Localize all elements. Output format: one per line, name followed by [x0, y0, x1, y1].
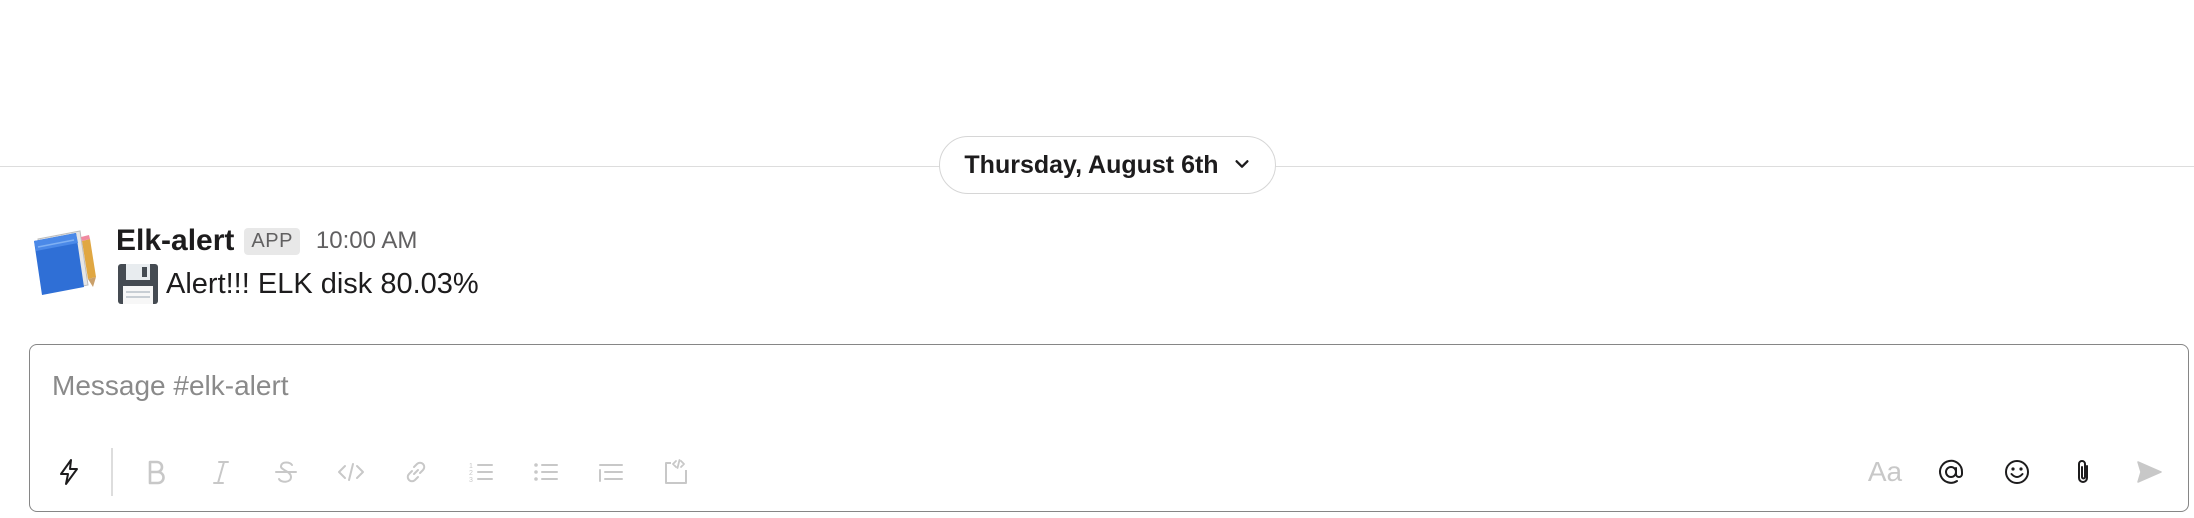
emoji-icon — [2005, 460, 2029, 484]
bulleted-list-button[interactable] — [521, 447, 571, 497]
sender-avatar[interactable] — [30, 227, 100, 297]
paperclip-icon — [2078, 460, 2088, 483]
bulleted-list-icon — [533, 463, 558, 481]
message-body: Alert!!! ELK disk 80.03% — [116, 262, 479, 306]
date-label: Thursday, August 6th — [964, 150, 1219, 179]
shortcuts-button[interactable] — [44, 447, 94, 497]
message-text: Alert!!! ELK disk 80.03% — [166, 267, 479, 300]
message-header: Elk-alert APP 10:00 AM — [116, 221, 417, 261]
composer-toolbar: 1 2 3 Aa — [44, 447, 2174, 497]
blockquote-icon — [598, 464, 623, 482]
svg-text:2: 2 — [469, 470, 473, 477]
bold-button[interactable] — [131, 447, 181, 497]
composer-actions: Aa — [1860, 447, 2174, 497]
formatting-toggle-button[interactable]: Aa — [1860, 447, 1910, 497]
toolbar-separator — [111, 448, 113, 496]
emoji-button[interactable] — [1992, 447, 2042, 497]
message-composer: 1 2 3 — [29, 344, 2189, 512]
code-button[interactable] — [326, 447, 376, 497]
link-button[interactable] — [391, 447, 441, 497]
code-block-button[interactable] — [651, 447, 701, 497]
channel-view: Thursday, August 6th Elk-alert APP 10:00… — [0, 0, 2194, 518]
attach-button[interactable] — [2058, 447, 2108, 497]
link-icon — [406, 461, 425, 483]
formatting-label: Aa — [1867, 456, 1903, 487]
sender-name[interactable]: Elk-alert — [116, 224, 234, 258]
floppy-disk-icon — [116, 262, 160, 306]
mention-button[interactable] — [1926, 447, 1976, 497]
message-input[interactable] — [50, 365, 2168, 407]
chevron-down-icon — [1233, 151, 1251, 180]
app-badge: APP — [244, 227, 300, 255]
notebook-icon — [34, 230, 96, 295]
svg-text:1: 1 — [469, 463, 473, 470]
send-button[interactable] — [2124, 447, 2174, 497]
message-timestamp[interactable]: 10:00 AM — [316, 227, 417, 255]
code-block-icon — [664, 459, 687, 484]
italic-icon — [212, 461, 229, 484]
blockquote-button[interactable] — [586, 447, 636, 497]
at-sign-icon — [1939, 459, 1964, 484]
ordered-list-icon: 1 2 3 — [469, 463, 493, 484]
bold-icon — [148, 460, 165, 485]
code-icon — [337, 463, 364, 481]
svg-text:3: 3 — [469, 477, 473, 484]
lightning-icon — [60, 459, 78, 485]
send-icon — [2137, 461, 2162, 483]
strikethrough-icon — [274, 461, 297, 483]
italic-button[interactable] — [196, 447, 246, 497]
strikethrough-button[interactable] — [261, 447, 311, 497]
date-jump-button[interactable]: Thursday, August 6th — [939, 136, 1276, 194]
ordered-list-button[interactable]: 1 2 3 — [456, 447, 506, 497]
